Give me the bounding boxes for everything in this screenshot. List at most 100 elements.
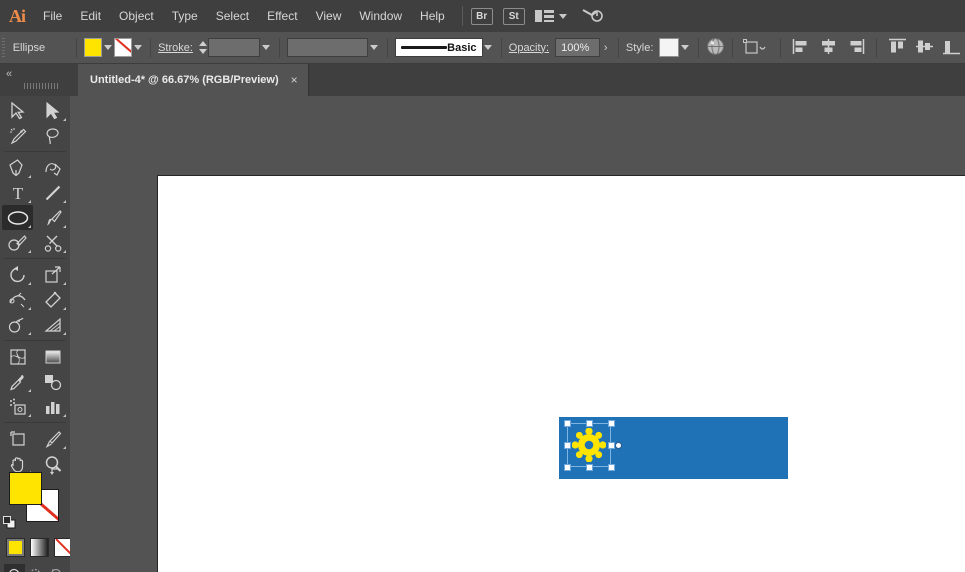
arrange-documents-icon[interactable] bbox=[535, 9, 567, 23]
shape-options-icon[interactable] bbox=[743, 38, 769, 57]
direct-selection-tool[interactable] bbox=[37, 98, 68, 123]
graphic-styles-sphere-icon[interactable] bbox=[706, 37, 725, 59]
graphic-style-swatch[interactable] bbox=[659, 38, 679, 57]
stock-button[interactable]: St bbox=[503, 8, 525, 25]
style-dropdown-arrow[interactable] bbox=[679, 38, 690, 57]
close-icon[interactable]: × bbox=[291, 74, 298, 86]
tool-flyout-indicator bbox=[63, 414, 66, 417]
perspective-grid-tool[interactable] bbox=[37, 312, 68, 337]
selection-tool[interactable] bbox=[2, 98, 33, 123]
menu-item-select[interactable]: Select bbox=[207, 0, 258, 32]
selection-handle[interactable] bbox=[564, 420, 571, 427]
stroke-swatch[interactable] bbox=[114, 38, 132, 57]
svg-text:T: T bbox=[12, 184, 23, 202]
ellipse-tool[interactable] bbox=[2, 205, 33, 230]
fill-color-box[interactable] bbox=[9, 472, 42, 505]
fill-swatch[interactable] bbox=[84, 38, 102, 57]
control-divider-5 bbox=[501, 38, 502, 58]
control-bar: Ellipse Stroke: Basic Opacity: 100% › St… bbox=[0, 32, 965, 64]
stroke-profile-dropdown-arrow[interactable] bbox=[368, 38, 379, 57]
swap-fill-stroke-icon[interactable] bbox=[50, 468, 62, 480]
scissors-tool[interactable] bbox=[37, 230, 68, 255]
fill-dropdown-arrow[interactable] bbox=[102, 38, 113, 57]
selection-handle[interactable] bbox=[608, 464, 615, 471]
mesh-tool[interactable] bbox=[2, 344, 33, 369]
document-tab[interactable]: Untitled-4* @ 66.67% (RGB/Preview) × bbox=[78, 64, 309, 96]
artboard-tool[interactable] bbox=[2, 426, 33, 451]
shaper-tool[interactable] bbox=[2, 230, 33, 255]
menu-item-edit[interactable]: Edit bbox=[71, 0, 110, 32]
draw-inside-button[interactable] bbox=[46, 564, 67, 572]
curvature-tool[interactable] bbox=[37, 155, 68, 180]
menu-item-view[interactable]: View bbox=[307, 0, 351, 32]
stroke-dropdown-arrow[interactable] bbox=[132, 38, 143, 57]
slice-tool[interactable] bbox=[37, 426, 68, 451]
menubar-divider bbox=[462, 6, 463, 26]
scale-tool[interactable] bbox=[37, 262, 68, 287]
tool-flyout-indicator bbox=[28, 332, 31, 335]
canvas-workspace[interactable] bbox=[70, 96, 965, 572]
align-top-icon[interactable] bbox=[888, 38, 907, 57]
stroke-weight-label[interactable]: Stroke: bbox=[158, 42, 193, 54]
symbol-sprayer-tool[interactable] bbox=[2, 394, 33, 419]
column-graph-tool[interactable] bbox=[37, 394, 68, 419]
menu-item-window[interactable]: Window bbox=[350, 0, 411, 32]
align-middle-vertical-icon[interactable] bbox=[915, 38, 934, 57]
eyedropper-tool[interactable] bbox=[2, 369, 33, 394]
selection-type-label: Ellipse bbox=[13, 42, 45, 54]
shape-builder-tool[interactable] bbox=[2, 312, 33, 337]
width-tool[interactable] bbox=[2, 287, 33, 312]
stroke-weight-stepper[interactable] bbox=[199, 38, 208, 57]
control-divider-1 bbox=[76, 38, 77, 58]
type-tool[interactable]: T bbox=[2, 180, 33, 205]
magic-wand-tool[interactable] bbox=[2, 123, 33, 148]
selection-handle[interactable] bbox=[586, 420, 593, 427]
gradient-tool[interactable] bbox=[37, 344, 68, 369]
color-swatch[interactable] bbox=[6, 538, 25, 557]
bridge-button[interactable]: Br bbox=[471, 8, 493, 25]
align-right-icon[interactable] bbox=[846, 38, 865, 57]
menu-item-file[interactable]: File bbox=[34, 0, 71, 32]
tool-flyout-indicator bbox=[63, 307, 66, 310]
align-bottom-icon[interactable] bbox=[942, 38, 961, 57]
brush-dropdown-arrow[interactable] bbox=[483, 38, 494, 57]
pen-tool[interactable] bbox=[2, 155, 33, 180]
menu-item-help[interactable]: Help bbox=[411, 0, 454, 32]
menu-bar: Ai File Edit Object Type Select Effect V… bbox=[0, 0, 965, 32]
opacity-flyout-arrow[interactable]: › bbox=[600, 38, 611, 57]
search-adobe-stock-icon[interactable] bbox=[581, 6, 603, 27]
menu-item-object[interactable]: Object bbox=[110, 0, 163, 32]
selection-handle[interactable] bbox=[586, 464, 593, 471]
control-divider-2 bbox=[150, 38, 151, 58]
blend-tool[interactable] bbox=[37, 369, 68, 394]
selection-handle[interactable] bbox=[564, 442, 571, 449]
paintbrush-tool[interactable] bbox=[37, 205, 68, 230]
line-segment-tool[interactable] bbox=[37, 180, 68, 205]
tool-panel-grip[interactable] bbox=[24, 83, 58, 89]
rotate-tool[interactable] bbox=[2, 262, 33, 287]
gradient-swatch[interactable] bbox=[30, 538, 49, 557]
opacity-input[interactable]: 100% bbox=[555, 38, 600, 57]
menu-item-effect[interactable]: Effect bbox=[258, 0, 306, 32]
artboard[interactable] bbox=[157, 175, 965, 572]
stroke-weight-input[interactable] bbox=[208, 38, 260, 57]
selection-handle[interactable] bbox=[608, 420, 615, 427]
lasso-tool[interactable] bbox=[37, 123, 68, 148]
default-fill-stroke-icon[interactable] bbox=[3, 516, 15, 528]
draw-behind-button[interactable] bbox=[25, 564, 46, 572]
align-center-horizontal-icon[interactable] bbox=[819, 38, 838, 57]
selection-handle[interactable] bbox=[608, 442, 615, 449]
document-tab-title: Untitled-4* @ 66.67% (RGB/Preview) bbox=[90, 74, 279, 86]
control-divider-4 bbox=[387, 38, 388, 58]
anchor-point-dot[interactable] bbox=[615, 442, 622, 449]
selection-handle[interactable] bbox=[564, 464, 571, 471]
opacity-label[interactable]: Opacity: bbox=[509, 42, 549, 54]
free-transform-tool[interactable] bbox=[37, 287, 68, 312]
stroke-weight-dropdown-arrow[interactable] bbox=[260, 38, 271, 57]
menu-item-type[interactable]: Type bbox=[163, 0, 207, 32]
brush-definition-field[interactable]: Basic bbox=[395, 38, 483, 57]
stroke-profile-input[interactable] bbox=[287, 38, 369, 57]
collapse-panel-icon[interactable]: « bbox=[6, 68, 11, 80]
draw-normal-button[interactable] bbox=[4, 564, 25, 572]
align-left-icon[interactable] bbox=[792, 38, 811, 57]
